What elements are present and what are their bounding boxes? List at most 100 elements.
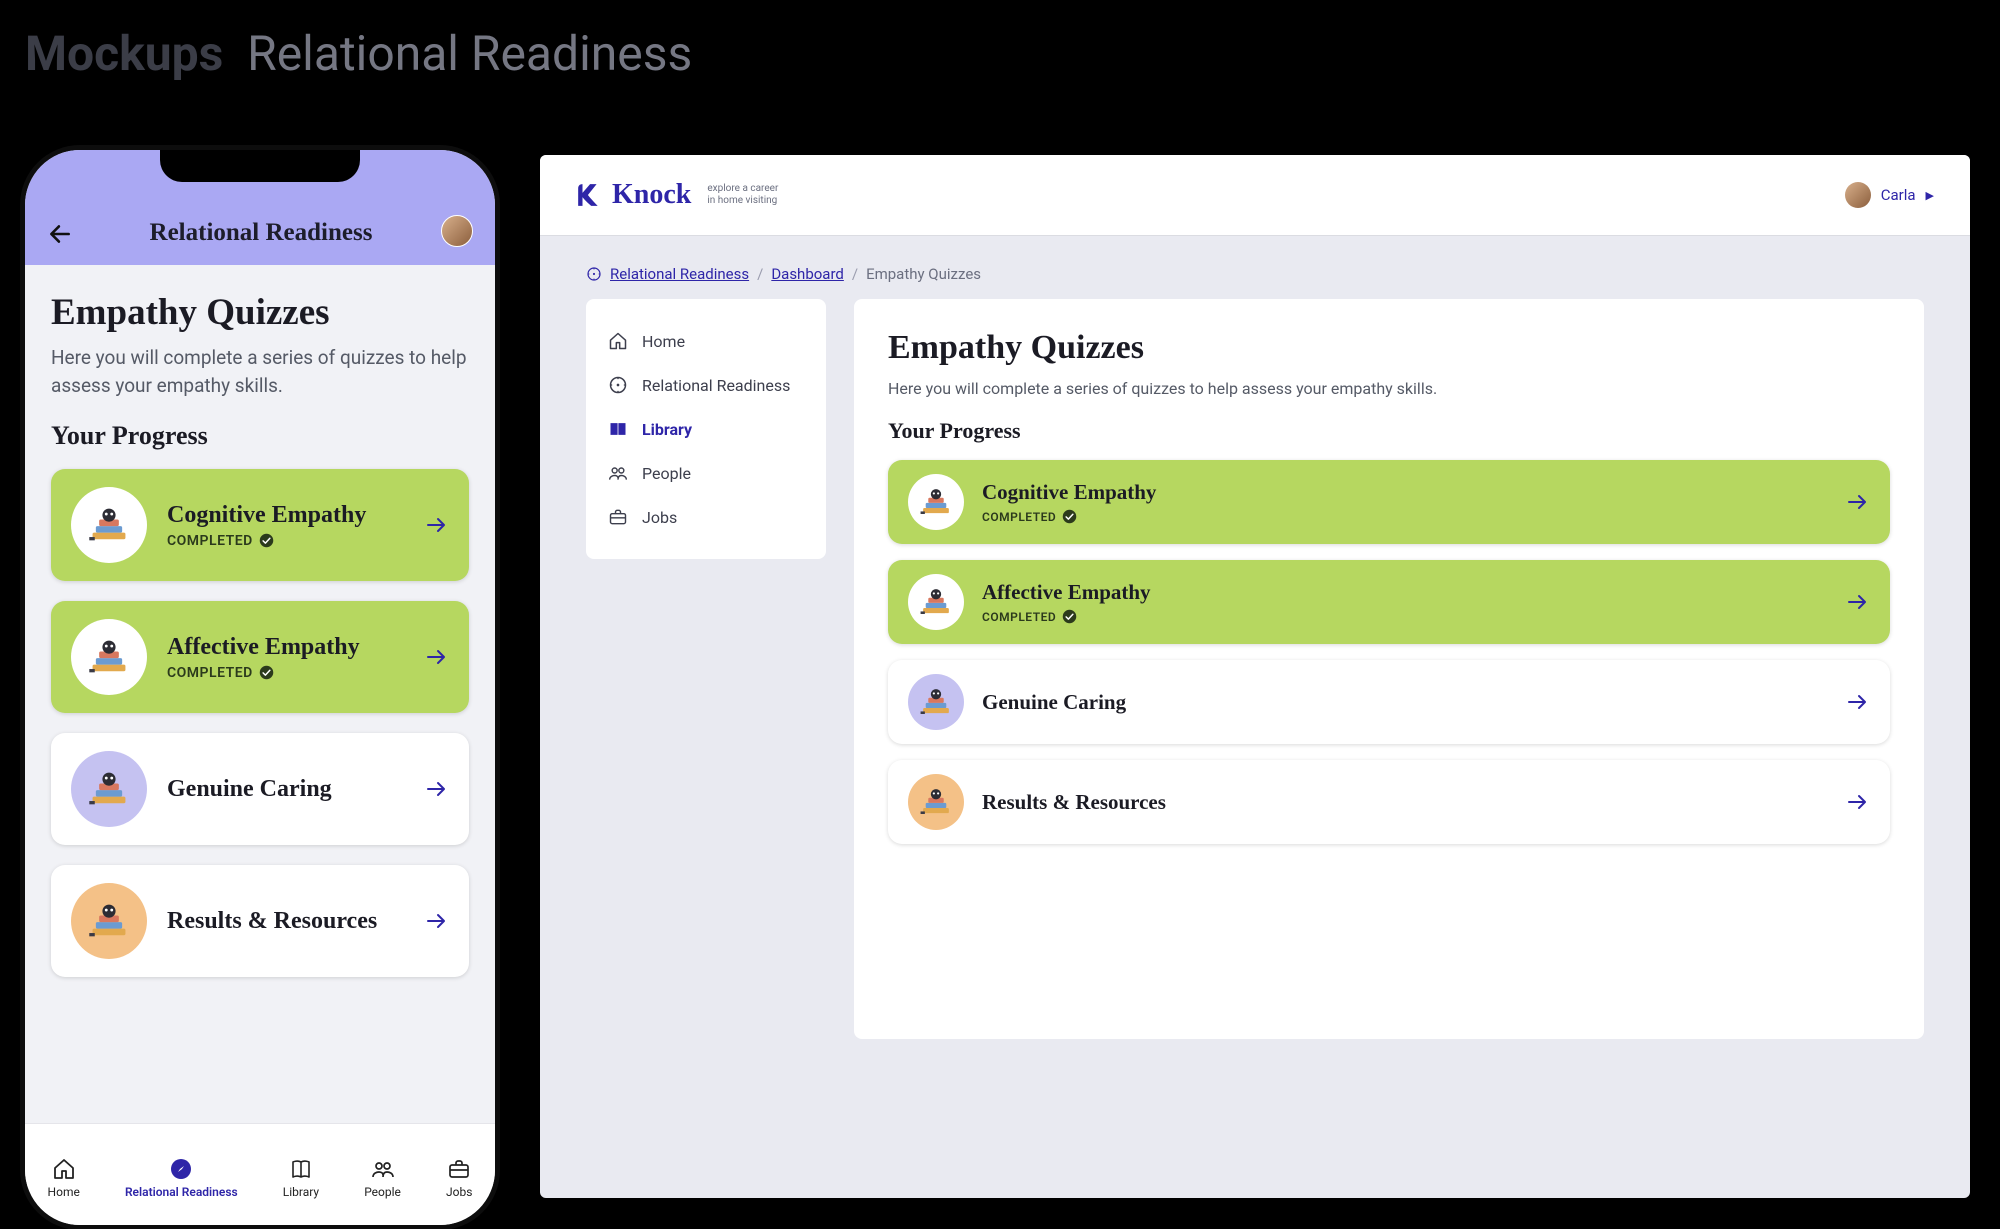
quiz-title: Results & Resources: [167, 908, 377, 935]
progress-heading: Your Progress: [888, 418, 1890, 444]
user-name: Carla: [1881, 186, 1916, 204]
caret-right-icon: ▶: [1926, 189, 1934, 202]
quiz-card[interactable]: Genuine Caring: [888, 660, 1890, 744]
quiz-card[interactable]: Cognitive Empathy COMPLETED: [888, 460, 1890, 544]
desktop-mockup: Knock explore a career in home visiting …: [540, 155, 1970, 1198]
books-character-icon: [918, 784, 954, 820]
tab-label: People: [364, 1185, 401, 1199]
quiz-list-desktop: Cognitive Empathy COMPLETED Affective Em…: [888, 460, 1890, 844]
mobile-content: Empathy Quizzes Here you will complete a…: [25, 265, 495, 1023]
breadcrumb: Relational Readiness / Dashboard / Empat…: [540, 235, 1970, 299]
user-menu[interactable]: Carla ▶: [1845, 182, 1934, 208]
breadcrumb-current: Empathy Quizzes: [866, 265, 981, 283]
check-badge-icon: [259, 533, 274, 548]
quiz-card[interactable]: Affective Empathy COMPLETED: [51, 601, 469, 713]
check-badge-icon: [1062, 509, 1077, 524]
quiz-card[interactable]: Affective Empathy COMPLETED: [888, 560, 1890, 644]
check-badge-icon: [259, 665, 274, 680]
tab-relational readiness[interactable]: Relational Readiness: [125, 1157, 238, 1199]
quiz-status: COMPLETED: [982, 509, 1156, 524]
sidebar-item-label: Home: [642, 332, 685, 351]
mobile-tabbar: Home Relational Readiness Library People…: [25, 1123, 495, 1225]
sidebar-item-home[interactable]: Home: [586, 319, 826, 363]
sidebar: Home Relational Readiness Library People…: [586, 299, 826, 559]
books-character-icon: [86, 766, 132, 812]
briefcase-icon: [447, 1157, 471, 1181]
arrow-right-icon: [425, 645, 449, 669]
page-title: Empathy Quizzes: [888, 329, 1890, 367]
breadcrumb-link[interactable]: Dashboard: [771, 265, 844, 283]
sidebar-item-label: Relational Readiness: [642, 376, 790, 395]
quiz-title: Cognitive Empathy: [167, 502, 366, 529]
phone-notch: [160, 150, 360, 182]
book-icon: [608, 419, 628, 439]
sidebar-item-label: Library: [642, 420, 692, 439]
quiz-status: COMPLETED: [982, 609, 1151, 624]
quiz-title: Affective Empathy: [167, 634, 360, 661]
books-character-icon: [918, 684, 954, 720]
arrow-right-icon: [425, 909, 449, 933]
quiz-illustration: [71, 619, 147, 695]
arrow-right-icon: [425, 777, 449, 801]
quiz-status: COMPLETED: [167, 665, 360, 681]
tab-library[interactable]: Library: [283, 1157, 319, 1199]
compass-icon: [608, 375, 628, 395]
quiz-illustration: [71, 751, 147, 827]
page-title: Empathy Quizzes: [51, 291, 469, 334]
briefcase-icon: [608, 507, 628, 527]
sidebar-item-relational readiness[interactable]: Relational Readiness: [586, 363, 826, 407]
quiz-illustration: [71, 883, 147, 959]
quiz-card[interactable]: Results & Resources: [51, 865, 469, 977]
arrow-right-icon: [425, 513, 449, 537]
sidebar-item-library[interactable]: Library: [586, 407, 826, 451]
quiz-list-mobile: Cognitive Empathy COMPLETED Affective Em…: [51, 469, 469, 977]
tab-label: Relational Readiness: [125, 1185, 238, 1199]
page-description: Here you will complete a series of quizz…: [51, 344, 469, 399]
tab-label: Library: [283, 1185, 319, 1199]
tab-label: Home: [48, 1185, 80, 1199]
arrow-right-icon: [1846, 790, 1870, 814]
quiz-title: Results & Resources: [982, 790, 1166, 815]
tab-label: Jobs: [446, 1185, 472, 1199]
quiz-illustration: [908, 774, 964, 830]
quiz-illustration: [908, 674, 964, 730]
breadcrumb-link[interactable]: Relational Readiness: [610, 265, 749, 283]
quiz-card[interactable]: Cognitive Empathy COMPLETED: [51, 469, 469, 581]
tab-people[interactable]: People: [364, 1157, 401, 1199]
quiz-illustration: [908, 574, 964, 630]
check-badge-icon: [1062, 609, 1077, 624]
compass-icon: [169, 1157, 193, 1181]
books-character-icon: [86, 634, 132, 680]
tab-home[interactable]: Home: [48, 1157, 80, 1199]
tab-jobs[interactable]: Jobs: [446, 1157, 472, 1199]
quiz-illustration: [908, 474, 964, 530]
back-button[interactable]: [47, 221, 81, 247]
arrow-left-icon: [47, 221, 73, 247]
sidebar-item-label: Jobs: [642, 508, 677, 527]
home-icon: [608, 331, 628, 351]
progress-heading: Your Progress: [51, 421, 469, 451]
arrow-right-icon: [1846, 590, 1870, 614]
quiz-card[interactable]: Genuine Caring: [51, 733, 469, 845]
quiz-title: Genuine Caring: [167, 776, 332, 803]
avatar[interactable]: [441, 215, 473, 247]
quiz-card[interactable]: Results & Resources: [888, 760, 1890, 844]
main-panel: Empathy Quizzes Here you will complete a…: [854, 299, 1924, 1039]
mobile-header-title: Relational Readiness: [81, 219, 441, 247]
logo[interactable]: Knock explore a career in home visiting: [576, 179, 778, 211]
topbar: Knock explore a career in home visiting …: [540, 155, 1970, 235]
sidebar-item-jobs[interactable]: Jobs: [586, 495, 826, 539]
slide-title: Mockups Relational Readiness: [25, 25, 692, 82]
mobile-mockup: Relational Readiness Empathy Quizzes Her…: [25, 150, 495, 1225]
page-description: Here you will complete a series of quizz…: [888, 377, 1890, 400]
compass-icon: [586, 266, 602, 282]
sidebar-item-people[interactable]: People: [586, 451, 826, 495]
quiz-title: Cognitive Empathy: [982, 480, 1156, 505]
books-character-icon: [86, 898, 132, 944]
logo-icon: [576, 182, 602, 208]
quiz-illustration: [71, 487, 147, 563]
quiz-title: Affective Empathy: [982, 580, 1151, 605]
logo-tagline: explore a career in home visiting: [707, 183, 778, 207]
sidebar-item-label: People: [642, 464, 691, 483]
quiz-title: Genuine Caring: [982, 690, 1126, 715]
